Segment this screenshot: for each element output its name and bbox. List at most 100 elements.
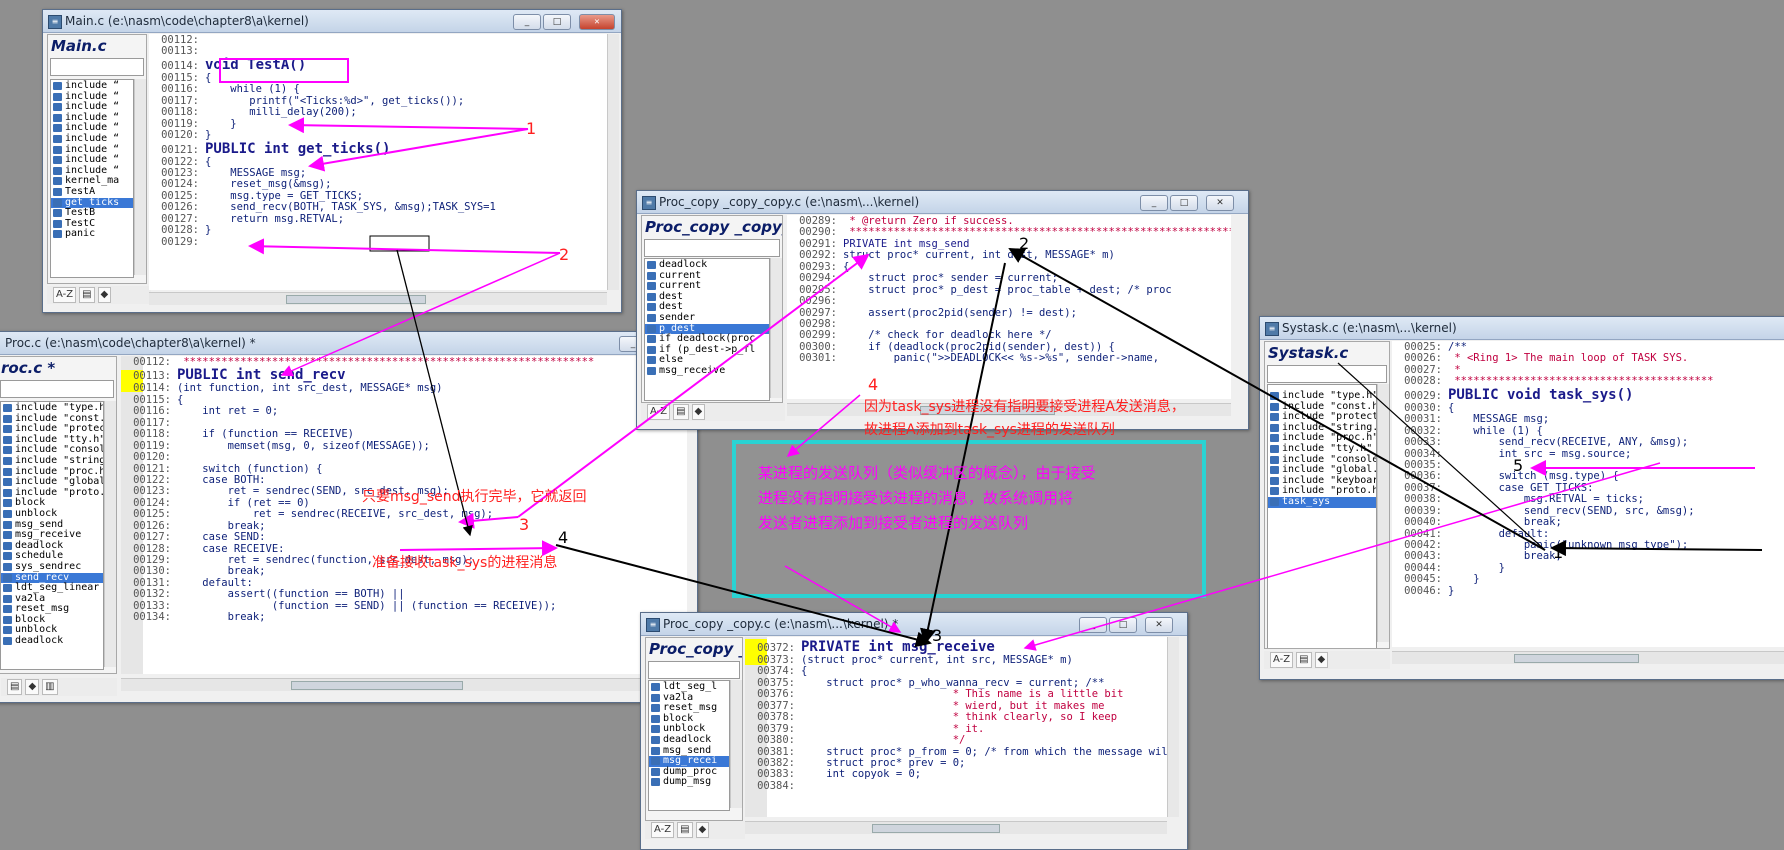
editor-horizontal-scrollbar[interactable]: [1392, 651, 1784, 664]
code-line: 00297: assert(proc2pid(sender) != dest);: [787, 307, 1231, 319]
list-view-icon[interactable]: ▤: [673, 404, 689, 420]
line-text: ****************************************…: [177, 356, 595, 368]
symbol-item[interactable]: include “: [51, 80, 133, 92]
category-icon[interactable]: ◆: [1314, 652, 1329, 668]
main-c-window[interactable]: ≡ Main.c (e:\nasm\code\chapter8\a\kernel)…: [42, 9, 622, 313]
systask-c-window[interactable]: ≡ Systask.c (e:\nasm\...\kernel) Systask.…: [1259, 316, 1784, 680]
symbol-item[interactable]: include "type.h": [1, 402, 103, 414]
symbol-item[interactable]: msg_receive: [645, 365, 769, 377]
line-text: (function == SEND) || (function == RECEI…: [177, 599, 557, 612]
code-editor[interactable]: 00289: * @return Zero if success. 00290: …: [787, 215, 1231, 399]
symbol-item[interactable]: ldt_seg_l: [649, 681, 729, 693]
symbol-item[interactable]: deadlock: [649, 734, 729, 746]
proc-copy-copy-copy-window[interactable]: ≡ Proc_copy _copy_copy.c (e:\nasm\...\ker…: [636, 190, 1249, 430]
title-bar[interactable]: Proc.c (e:\nasm\code\chapter8\a\kernel) …: [0, 332, 697, 355]
category-icon[interactable]: ◆: [691, 404, 706, 420]
category-icon[interactable]: ◆: [97, 287, 112, 303]
list-view-icon[interactable]: ▤: [677, 822, 693, 838]
symbol-list[interactable]: deadlock current current dest dest sender p_de…: [644, 258, 770, 401]
symbol-list[interactable]: ldt_seg_l va2la reset_msg block unblock deadl…: [648, 680, 730, 811]
minimize-button[interactable]: _: [1079, 617, 1107, 633]
minimize-button[interactable]: _: [513, 14, 541, 30]
symbol-item[interactable]: include "string.h: [1, 455, 103, 467]
symbol-scrollbar[interactable]: [1377, 384, 1389, 642]
editor-vertical-scrollbar[interactable]: [607, 34, 619, 290]
code-line: 00121: PUBLIC int get_ticks(): [149, 141, 607, 157]
code-editor[interactable]: 00112: 00113: 00114: void TestA() 00115:{001…: [149, 34, 607, 290]
symbol-item[interactable]: dump_msg: [649, 777, 729, 788]
line-text: * it.: [801, 722, 985, 735]
line-text: }: [205, 224, 212, 237]
symbol-item[interactable]: include “: [51, 133, 133, 145]
symbol-item[interactable]: TestA: [51, 186, 133, 198]
symbol-list[interactable]: include “include “include “include “incl…: [50, 79, 134, 278]
line-text: while (1) {: [205, 83, 300, 96]
editor-vertical-scrollbar[interactable]: [1167, 637, 1179, 817]
line-text: */: [801, 734, 966, 747]
book-icon[interactable]: ▥: [42, 679, 58, 695]
editor-horizontal-scrollbar[interactable]: [745, 821, 1167, 834]
title-bar[interactable]: ≡ Proc_copy _copy.c (e:\nasm\...\kernel) …: [641, 613, 1187, 636]
symbol-item[interactable]: deadlock: [1, 635, 103, 647]
close-button[interactable]: ✕: [1206, 195, 1234, 211]
minimize-button[interactable]: _: [1140, 195, 1168, 211]
line-text: switch (function) {: [177, 462, 323, 475]
maximize-button[interactable]: □: [1109, 617, 1137, 633]
window-title: Proc.c (e:\nasm\code\chapter8\a\kernel) …: [5, 336, 256, 350]
symbol-search-input[interactable]: [1267, 365, 1387, 383]
title-bar[interactable]: ≡ Proc_copy _copy_copy.c (e:\nasm\...\ker…: [637, 191, 1248, 214]
maximize-button[interactable]: □: [1170, 195, 1198, 211]
symbol-item[interactable]: unblock: [1, 508, 103, 520]
editor-horizontal-scrollbar[interactable]: [121, 678, 687, 691]
symbol-scrollbar[interactable]: [770, 258, 782, 398]
symbol-item[interactable]: sender: [645, 312, 769, 324]
symbol-item[interactable]: include "type.h": [1268, 390, 1376, 402]
ready-annotation: 准备接收task_sys的进程消息: [372, 555, 558, 571]
list-view-icon[interactable]: ▤: [79, 287, 95, 303]
symbol-list[interactable]: include "type.h"include "const.h"include…: [0, 401, 104, 670]
line-number: 00118:: [133, 428, 171, 441]
proc-copy-copy-window[interactable]: ≡ Proc_copy _copy.c (e:\nasm\...\kernel) …: [640, 612, 1188, 850]
symbol-item[interactable]: deadlock: [645, 259, 769, 271]
list-view-icon[interactable]: ▤: [7, 679, 23, 695]
line-number: 00127:: [133, 531, 171, 544]
list-view-icon[interactable]: ▤: [1296, 652, 1312, 668]
code-line: 00301: panic(">>DEADLOCK<< %s->%s", send…: [787, 352, 1231, 364]
symbol-search-input[interactable]: [0, 380, 114, 398]
symbol-scrollbar[interactable]: [730, 680, 742, 808]
code-editor[interactable]: 00112: *********************************…: [121, 356, 687, 674]
code-editor[interactable]: 00372: PRIVATE int msg_receive 00373: (stru…: [745, 637, 1167, 817]
code-line: 00384:: [745, 780, 1167, 792]
line-text: if (deadlock(proc2pid(sender), dest)) {: [843, 340, 1115, 353]
line-text: *: [1448, 363, 1461, 376]
category-icon[interactable]: ◆: [25, 679, 40, 695]
symbol-scrollbar[interactable]: [134, 79, 146, 275]
symbol-item[interactable]: sys_sendrec: [1, 561, 103, 573]
symbol-search-input[interactable]: [644, 239, 780, 257]
editor-horizontal-scrollbar[interactable]: [149, 292, 607, 305]
symbol-item[interactable]: task_sys: [1268, 496, 1376, 508]
line-text: void TestA(): [205, 56, 307, 73]
line-number: 00380:: [757, 734, 795, 747]
window-title: Main.c (e:\nasm\code\chapter8\a\kernel): [65, 14, 309, 28]
symbol-item[interactable]: include "tty.h": [1268, 443, 1376, 455]
sort-az-button[interactable]: A-Z: [647, 404, 671, 420]
close-button[interactable]: ✕: [1145, 617, 1173, 633]
close-button[interactable]: ✕: [579, 14, 615, 30]
code-editor[interactable]: 00025:/** 00026: * <Ring 1> The main loop…: [1392, 341, 1784, 647]
proc-c-window[interactable]: Proc.c (e:\nasm\code\chapter8\a\kernel) …: [0, 331, 698, 703]
symbol-scrollbar[interactable]: [104, 401, 116, 667]
sort-az-button[interactable]: A-Z: [53, 287, 77, 303]
category-icon[interactable]: ◆: [695, 822, 710, 838]
sort-az-button[interactable]: A-Z: [651, 822, 675, 838]
title-bar[interactable]: ≡ Systask.c (e:\nasm\...\kernel): [1260, 317, 1784, 340]
symbol-search-input[interactable]: [50, 58, 144, 76]
symbol-list[interactable]: include "type.h" include "const.h' include…: [1267, 384, 1377, 648]
line-text: send_recv(SEND, src, &msg);: [1448, 504, 1695, 517]
sort-az-button[interactable]: A-Z: [1270, 652, 1294, 668]
title-bar[interactable]: ≡ Main.c (e:\nasm\code\chapter8\a\kernel)…: [43, 10, 621, 33]
maximize-button[interactable]: □: [543, 14, 571, 30]
symbol-item[interactable]: panic: [51, 229, 133, 240]
symbol-search-input[interactable]: [648, 661, 740, 679]
return-annotation: 只要msg_send执行完毕，它就返回: [362, 489, 587, 505]
